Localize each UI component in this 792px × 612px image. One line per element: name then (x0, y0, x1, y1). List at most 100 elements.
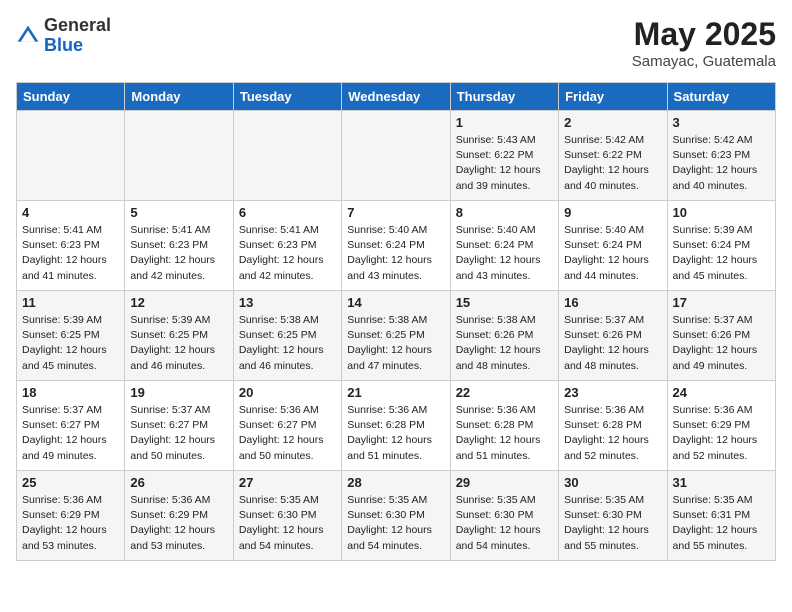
header-row: Sunday Monday Tuesday Wednesday Thursday… (17, 83, 776, 111)
logo-icon (16, 24, 40, 48)
day-info: Sunrise: 5:35 AM Sunset: 6:30 PM Dayligh… (456, 493, 553, 554)
cell-w5-d7: 31Sunrise: 5:35 AM Sunset: 6:31 PM Dayli… (667, 471, 775, 561)
day-info: Sunrise: 5:38 AM Sunset: 6:26 PM Dayligh… (456, 313, 553, 374)
header-friday: Friday (559, 83, 667, 111)
page-header: General Blue May 2025 Samayac, Guatemala (16, 16, 776, 70)
day-number: 2 (564, 115, 661, 130)
day-info: Sunrise: 5:36 AM Sunset: 6:28 PM Dayligh… (456, 403, 553, 464)
day-info: Sunrise: 5:42 AM Sunset: 6:23 PM Dayligh… (673, 133, 770, 194)
calendar-header: Sunday Monday Tuesday Wednesday Thursday… (17, 83, 776, 111)
cell-w3-d3: 13 Sunrise: 5:38 AM Sunset: 6:25 PM Dayli… (233, 291, 341, 381)
day-info: Sunrise: 5:40 AM Sunset: 6:24 PM Dayligh… (456, 223, 553, 284)
day-info: Sunrise: 5:37 AM Sunset: 6:26 PM Dayligh… (673, 313, 770, 374)
day-info: Sunrise: 5:40 AM Sunset: 6:24 PM Dayligh… (564, 223, 661, 284)
day-info: Sunrise: 5:35 AM Sunset: 6:30 PM Dayligh… (347, 493, 444, 554)
day-number: 13 (239, 295, 336, 310)
month-title: May 2025 (632, 16, 776, 53)
day-info: Sunrise: 5:36 AM Sunset: 6:27 PM Dayligh… (239, 403, 336, 464)
header-saturday: Saturday (667, 83, 775, 111)
calendar-body: 1 Sunrise: 5:43 AM Sunset: 6:22 PM Daylig… (17, 111, 776, 561)
day-number: 5 (130, 205, 227, 220)
cell-w1-d6: 2Sunrise: 5:42 AM Sunset: 6:22 PM Daylig… (559, 111, 667, 201)
day-number: 7 (347, 205, 444, 220)
logo-general-text: General (44, 15, 111, 35)
day-info: Sunrise: 5:38 AM Sunset: 6:25 PM Dayligh… (239, 313, 336, 374)
day-number: 8 (456, 205, 553, 220)
day-info: Sunrise: 5:38 AM Sunset: 6:25 PM Dayligh… (347, 313, 444, 374)
day-info: Sunrise: 5:36 AM Sunset: 6:29 PM Dayligh… (673, 403, 770, 464)
cell-w4-d4: 21 Sunrise: 5:36 AM Sunset: 6:28 PM Dayli… (342, 381, 450, 471)
day-number: 29 (456, 475, 553, 490)
day-number: 14 (347, 295, 444, 310)
day-info: Sunrise: 5:35 AM Sunset: 6:30 PM Dayligh… (564, 493, 661, 554)
day-info: Sunrise: 5:36 AM Sunset: 6:29 PM Dayligh… (130, 493, 227, 554)
week-row-5: 25 Sunrise: 5:36 AM Sunset: 6:29 PM Dayli… (17, 471, 776, 561)
day-info: Sunrise: 5:39 AM Sunset: 6:25 PM Dayligh… (22, 313, 119, 374)
day-number: 19 (130, 385, 227, 400)
day-info: Sunrise: 5:36 AM Sunset: 6:28 PM Dayligh… (347, 403, 444, 464)
week-row-2: 4 Sunrise: 5:41 AM Sunset: 6:23 PM Daylig… (17, 201, 776, 291)
cell-w4-d2: 19 Sunrise: 5:37 AM Sunset: 6:27 PM Dayli… (125, 381, 233, 471)
day-number: 25 (22, 475, 119, 490)
cell-w5-d1: 25 Sunrise: 5:36 AM Sunset: 6:29 PM Dayli… (17, 471, 125, 561)
cell-w4-d7: 24 Sunrise: 5:36 AM Sunset: 6:29 PM Dayli… (667, 381, 775, 471)
cell-w1-d2 (125, 111, 233, 201)
day-info: Sunrise: 5:41 AM Sunset: 6:23 PM Dayligh… (239, 223, 336, 284)
cell-w2-d4: 7 Sunrise: 5:40 AM Sunset: 6:24 PM Daylig… (342, 201, 450, 291)
week-row-3: 11Sunrise: 5:39 AM Sunset: 6:25 PM Dayli… (17, 291, 776, 381)
cell-w2-d7: 10 Sunrise: 5:39 AM Sunset: 6:24 PM Dayli… (667, 201, 775, 291)
day-number: 4 (22, 205, 119, 220)
header-wednesday: Wednesday (342, 83, 450, 111)
day-number: 18 (22, 385, 119, 400)
cell-w1-d3 (233, 111, 341, 201)
cell-w5-d3: 27 Sunrise: 5:35 AM Sunset: 6:30 PM Dayli… (233, 471, 341, 561)
day-number: 16 (564, 295, 661, 310)
day-info: Sunrise: 5:39 AM Sunset: 6:25 PM Dayligh… (130, 313, 227, 374)
location-subtitle: Samayac, Guatemala (632, 53, 776, 70)
day-info: Sunrise: 5:40 AM Sunset: 6:24 PM Dayligh… (347, 223, 444, 284)
cell-w2-d6: 9 Sunrise: 5:40 AM Sunset: 6:24 PM Daylig… (559, 201, 667, 291)
title-block: May 2025 Samayac, Guatemala (632, 16, 776, 70)
cell-w1-d4 (342, 111, 450, 201)
day-info: Sunrise: 5:37 AM Sunset: 6:26 PM Dayligh… (564, 313, 661, 374)
cell-w4-d3: 20 Sunrise: 5:36 AM Sunset: 6:27 PM Dayli… (233, 381, 341, 471)
header-thursday: Thursday (450, 83, 558, 111)
cell-w5-d5: 29 Sunrise: 5:35 AM Sunset: 6:30 PM Dayli… (450, 471, 558, 561)
cell-w5-d6: 30 Sunrise: 5:35 AM Sunset: 6:30 PM Dayli… (559, 471, 667, 561)
day-info: Sunrise: 5:43 AM Sunset: 6:22 PM Dayligh… (456, 133, 553, 194)
cell-w2-d3: 6Sunrise: 5:41 AM Sunset: 6:23 PM Daylig… (233, 201, 341, 291)
cell-w1-d7: 3 Sunrise: 5:42 AM Sunset: 6:23 PM Daylig… (667, 111, 775, 201)
day-number: 27 (239, 475, 336, 490)
day-number: 12 (130, 295, 227, 310)
day-number: 24 (673, 385, 770, 400)
cell-w4-d5: 22Sunrise: 5:36 AM Sunset: 6:28 PM Dayli… (450, 381, 558, 471)
day-number: 20 (239, 385, 336, 400)
logo: General Blue (16, 16, 111, 56)
cell-w1-d1 (17, 111, 125, 201)
cell-w3-d6: 16 Sunrise: 5:37 AM Sunset: 6:26 PM Dayli… (559, 291, 667, 381)
day-number: 3 (673, 115, 770, 130)
day-number: 21 (347, 385, 444, 400)
day-number: 15 (456, 295, 553, 310)
cell-w2-d2: 5Sunrise: 5:41 AM Sunset: 6:23 PM Daylig… (125, 201, 233, 291)
day-info: Sunrise: 5:37 AM Sunset: 6:27 PM Dayligh… (130, 403, 227, 464)
cell-w2-d1: 4Sunrise: 5:41 AM Sunset: 6:23 PM Daylig… (17, 201, 125, 291)
cell-w4-d6: 23Sunrise: 5:36 AM Sunset: 6:28 PM Dayli… (559, 381, 667, 471)
day-number: 30 (564, 475, 661, 490)
day-info: Sunrise: 5:39 AM Sunset: 6:24 PM Dayligh… (673, 223, 770, 284)
cell-w5-d2: 26Sunrise: 5:36 AM Sunset: 6:29 PM Dayli… (125, 471, 233, 561)
day-info: Sunrise: 5:35 AM Sunset: 6:31 PM Dayligh… (673, 493, 770, 554)
header-monday: Monday (125, 83, 233, 111)
day-number: 9 (564, 205, 661, 220)
day-info: Sunrise: 5:36 AM Sunset: 6:29 PM Dayligh… (22, 493, 119, 554)
calendar-table: Sunday Monday Tuesday Wednesday Thursday… (16, 82, 776, 561)
day-number: 1 (456, 115, 553, 130)
day-info: Sunrise: 5:35 AM Sunset: 6:30 PM Dayligh… (239, 493, 336, 554)
header-sunday: Sunday (17, 83, 125, 111)
logo-blue-text: Blue (44, 35, 83, 55)
header-tuesday: Tuesday (233, 83, 341, 111)
day-number: 23 (564, 385, 661, 400)
day-number: 17 (673, 295, 770, 310)
cell-w3-d1: 11Sunrise: 5:39 AM Sunset: 6:25 PM Dayli… (17, 291, 125, 381)
day-number: 10 (673, 205, 770, 220)
